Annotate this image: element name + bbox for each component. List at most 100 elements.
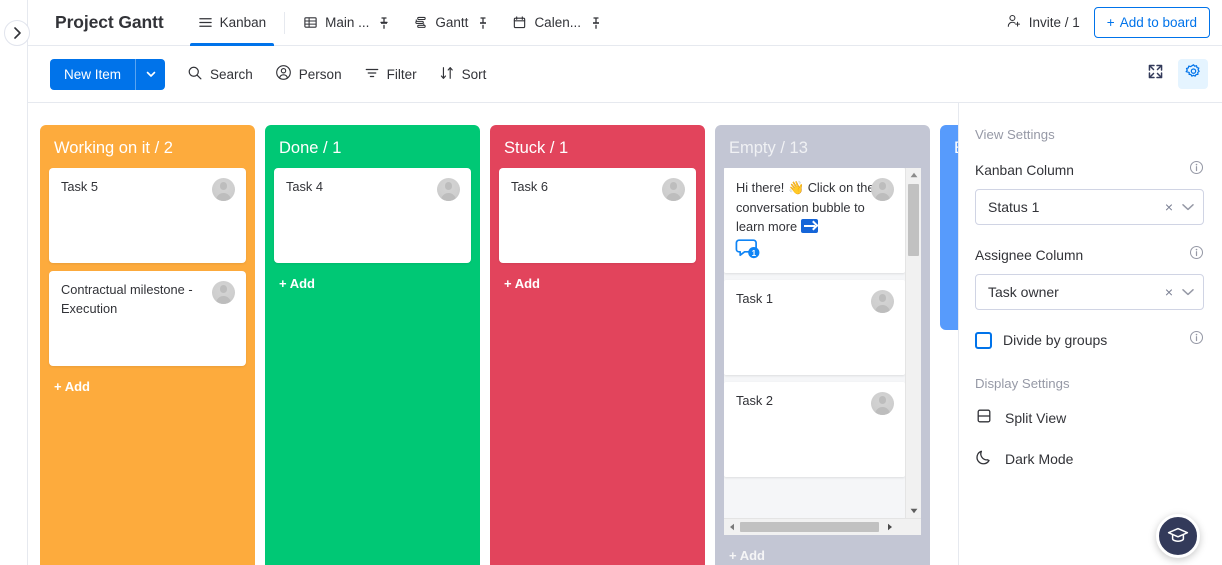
horizontal-scrollbar[interactable] <box>724 518 921 535</box>
avatar[interactable] <box>871 178 894 201</box>
gear-icon <box>1185 63 1202 85</box>
avatar[interactable] <box>662 178 685 201</box>
kanban-card[interactable]: Task 6 <box>499 168 696 263</box>
add-to-board-button[interactable]: + Add to board <box>1093 7 1210 38</box>
view-settings-button[interactable] <box>1178 59 1208 89</box>
kanban-card[interactable]: Contractual milestone - Execution <box>49 271 246 366</box>
assignee-column-label: Assignee Column <box>975 247 1084 263</box>
chevron-down-icon[interactable] <box>135 58 165 90</box>
add-item-button[interactable]: + Add <box>40 366 255 408</box>
kanban-column-select[interactable]: Status 1 × <box>975 189 1204 225</box>
waving-hand-icon: 👋 <box>787 180 805 195</box>
tip-text-before: Hi there! <box>736 180 785 195</box>
avatar[interactable] <box>212 281 235 304</box>
info-icon[interactable] <box>1189 245 1204 265</box>
card-title: Task 1 <box>736 291 773 306</box>
tab-gantt[interactable]: Gantt <box>401 0 500 46</box>
info-icon[interactable] <box>1189 330 1204 350</box>
board-header: Project Gantt Kanban Main ... Gantt Cale… <box>28 0 1222 46</box>
kanban-card[interactable]: Task 2 <box>724 382 905 477</box>
split-view-button[interactable]: Split View <box>975 407 1204 428</box>
kanban-column-value: Status 1 <box>988 199 1040 215</box>
pin-icon[interactable] <box>591 16 601 29</box>
tab-kanban[interactable]: Kanban <box>186 0 279 46</box>
scroll-left-arrow-icon[interactable] <box>724 523 739 531</box>
sort-button[interactable]: Sort <box>439 65 486 84</box>
tab-main-table[interactable]: Main ... <box>291 0 401 46</box>
horizontal-scrollbar-thumb[interactable] <box>740 522 879 532</box>
new-item-button[interactable]: New Item <box>50 58 166 90</box>
sort-icon <box>439 65 455 84</box>
tab-divider <box>284 11 286 34</box>
person-button[interactable]: Person <box>275 64 342 84</box>
column-scroll-area: Hi there! 👋 Click on the conversation bu… <box>724 168 921 518</box>
conversation-bubble-button[interactable]: 1 <box>735 238 763 266</box>
invite-label: Invite / 1 <box>1028 15 1080 30</box>
left-rail <box>0 0 28 565</box>
avatar-head <box>878 294 887 302</box>
kanban-card[interactable]: Task 1 <box>724 280 905 375</box>
fullscreen-button[interactable] <box>1140 59 1170 89</box>
divide-by-groups-checkbox[interactable] <box>975 331 992 349</box>
invite-button[interactable]: Invite / 1 <box>1006 13 1080 32</box>
kanban-card[interactable]: Task 5 <box>49 168 246 263</box>
assignee-column-value: Task owner <box>988 284 1059 300</box>
add-item-button[interactable]: + Add <box>715 535 930 565</box>
pin-icon[interactable] <box>379 16 389 29</box>
help-center-button[interactable] <box>1156 514 1200 558</box>
scroll-up-arrow-icon[interactable] <box>906 168 921 182</box>
new-item-label: New Item <box>64 66 122 82</box>
expand-icon <box>1147 63 1164 85</box>
split-view-icon <box>975 407 993 428</box>
onboarding-tip-card[interactable]: Hi there! 👋 Click on the conversation bu… <box>724 168 905 273</box>
page-title: Project Gantt <box>55 12 164 32</box>
chevron-right-icon <box>13 27 21 39</box>
avatar-body <box>875 193 890 201</box>
clear-icon[interactable]: × <box>1165 284 1173 300</box>
avatar-body <box>875 407 890 415</box>
kanban-column-stuck: Stuck / 1 Task 6 + Add <box>490 125 705 565</box>
search-button[interactable]: Search <box>187 65 253 84</box>
scroll-down-arrow-icon[interactable] <box>906 504 921 518</box>
avatar[interactable] <box>871 392 894 415</box>
chevron-down-icon[interactable] <box>1182 283 1194 301</box>
search-icon <box>187 65 203 84</box>
tab-label: Calen... <box>534 15 581 30</box>
chevron-down-icon[interactable] <box>1182 198 1194 216</box>
vertical-scrollbar[interactable] <box>905 168 921 518</box>
pin-icon[interactable] <box>478 16 488 29</box>
arrow-right-icon <box>800 218 818 233</box>
column-cards: Hi there! 👋 Click on the conversation bu… <box>724 168 921 477</box>
scroll-right-arrow-icon[interactable] <box>882 523 897 531</box>
column-cards: Task 4 <box>265 168 480 263</box>
person-label: Person <box>298 66 342 82</box>
add-item-button[interactable]: + Add <box>265 263 480 305</box>
dark-mode-button[interactable]: Dark Mode <box>975 448 1204 469</box>
tab-calendar[interactable]: Calen... <box>500 0 613 46</box>
filter-button[interactable]: Filter <box>364 65 417 84</box>
avatar[interactable] <box>871 290 894 313</box>
divide-by-groups-label: Divide by groups <box>1003 332 1108 348</box>
column-cards: Task 5 Contractual milestone - Execution <box>40 168 255 366</box>
avatar-body <box>216 193 231 201</box>
vertical-scrollbar-thumb[interactable] <box>908 184 919 256</box>
tab-label: Gantt <box>435 15 469 30</box>
card-title: Task 5 <box>61 179 98 194</box>
tab-label: Main ... <box>325 15 370 30</box>
kanban-card[interactable]: Task 4 <box>274 168 471 263</box>
kanban-column-row: Kanban Column <box>975 160 1204 180</box>
expand-sidebar-button[interactable] <box>4 20 30 46</box>
avatar-body <box>441 193 456 201</box>
add-to-board-label: Add to board <box>1119 15 1197 30</box>
conversation-count: 1 <box>752 249 757 258</box>
avatar-head <box>878 396 887 404</box>
display-settings-heading: Display Settings <box>975 376 1070 391</box>
avatar[interactable] <box>212 178 235 201</box>
moon-icon <box>975 448 993 469</box>
assignee-column-select[interactable]: Task owner × <box>975 274 1204 310</box>
info-icon[interactable] <box>1189 160 1204 180</box>
toolbar-right-actions <box>1140 59 1222 89</box>
clear-icon[interactable]: × <box>1165 199 1173 215</box>
avatar[interactable] <box>437 178 460 201</box>
add-item-button[interactable]: + Add <box>490 263 705 305</box>
